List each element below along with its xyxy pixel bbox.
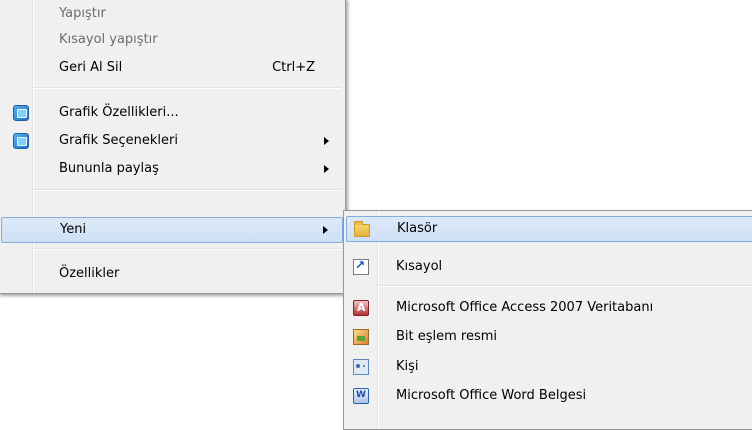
menu-item-label: Yeni (60, 222, 87, 237)
menu-item-label: Bit eşlem resmi (396, 329, 498, 344)
submenu-arrow-icon (324, 165, 329, 173)
menu-item-new[interactable]: Yeni (1, 217, 343, 243)
submenu-item-word-document[interactable]: Microsoft Office Word Belgesi (346, 383, 752, 409)
menu-separator (33, 189, 341, 191)
menu-item-label: Klasör (397, 221, 438, 236)
new-submenu: Klasör Kısayol Microsoft Office Access 2… (343, 210, 752, 430)
menu-item-label: Kısayol yapıştır (59, 32, 158, 47)
menu-separator (33, 248, 341, 250)
menu-item-graphics-properties[interactable]: Grafik Özellikleri... (1, 100, 343, 126)
menu-separator (378, 285, 752, 287)
submenu-arrow-icon (324, 137, 329, 145)
shortcut-text: Ctrl+Z (272, 60, 315, 75)
folder-icon (354, 221, 370, 237)
desktop-context-menu: Yapıştır Kısayol yapıştır Geri Al Sil Ct… (0, 0, 346, 294)
submenu-item-access-database[interactable]: Microsoft Office Access 2007 Veritabanı (346, 295, 752, 321)
menu-item-label: Yapıştır (59, 6, 106, 21)
menu-item-label: Grafik Özellikleri... (59, 105, 179, 120)
menu-item-label: Bununla paylaş (59, 161, 159, 176)
intel-graphics-icon (13, 133, 29, 149)
menu-item-share-with[interactable]: Bununla paylaş (1, 156, 343, 182)
access-icon (353, 300, 369, 316)
menu-item-paste: Yapıştır (1, 1, 343, 27)
menu-separator (33, 87, 341, 89)
submenu-item-folder[interactable]: Klasör (346, 216, 752, 242)
bitmap-icon (353, 329, 369, 345)
submenu-item-bitmap-image[interactable]: Bit eşlem resmi (346, 324, 752, 350)
menu-item-label: Özellikler (59, 266, 120, 281)
contact-icon (353, 359, 369, 375)
submenu-arrow-icon (323, 226, 328, 234)
menu-item-label: Microsoft Office Word Belgesi (396, 388, 587, 403)
menu-item-label: Grafik Seçenekleri (59, 133, 178, 148)
menu-item-paste-shortcut: Kısayol yapıştır (1, 27, 343, 53)
menu-item-undo-delete[interactable]: Geri Al Sil Ctrl+Z (1, 55, 343, 81)
submenu-item-shortcut[interactable]: Kısayol (346, 254, 752, 280)
menu-item-graphics-options[interactable]: Grafik Seçenekleri (1, 128, 343, 154)
menu-item-label: Kişi (396, 359, 419, 374)
shortcut-icon (353, 258, 369, 275)
intel-graphics-icon (13, 105, 29, 121)
menu-item-label: Geri Al Sil (59, 60, 123, 75)
menu-item-properties[interactable]: Özellikler (1, 261, 343, 287)
word-icon (353, 388, 369, 404)
menu-item-label: Microsoft Office Access 2007 Veritabanı (396, 300, 654, 315)
menu-item-label: Kısayol (396, 259, 443, 274)
submenu-item-contact[interactable]: Kişi (346, 354, 752, 380)
